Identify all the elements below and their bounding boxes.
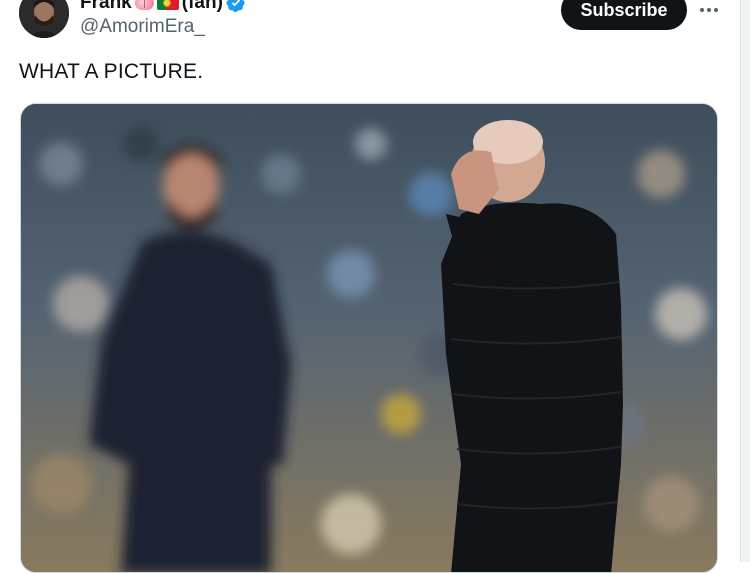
name-suffix[interactable]: (fan) — [182, 0, 223, 14]
verified-badge-icon[interactable] — [226, 0, 246, 13]
display-name[interactable]: Frank — [80, 0, 132, 14]
portugal-flag-icon — [156, 0, 179, 10]
tweet-photo[interactable] — [20, 103, 718, 573]
more-options-icon[interactable] — [697, 0, 721, 20]
author-handle[interactable]: @AmorimEra_ — [80, 16, 205, 38]
brain-icon — [134, 0, 154, 10]
subscribe-button[interactable]: Subscribe — [561, 0, 687, 30]
scrollbar-track[interactable] — [741, 0, 750, 562]
avatar[interactable] — [19, 0, 69, 38]
author-name-row[interactable]: Frank (fan) — [80, 0, 246, 14]
tweet-text: WHAT A PICTURE. — [19, 60, 204, 83]
